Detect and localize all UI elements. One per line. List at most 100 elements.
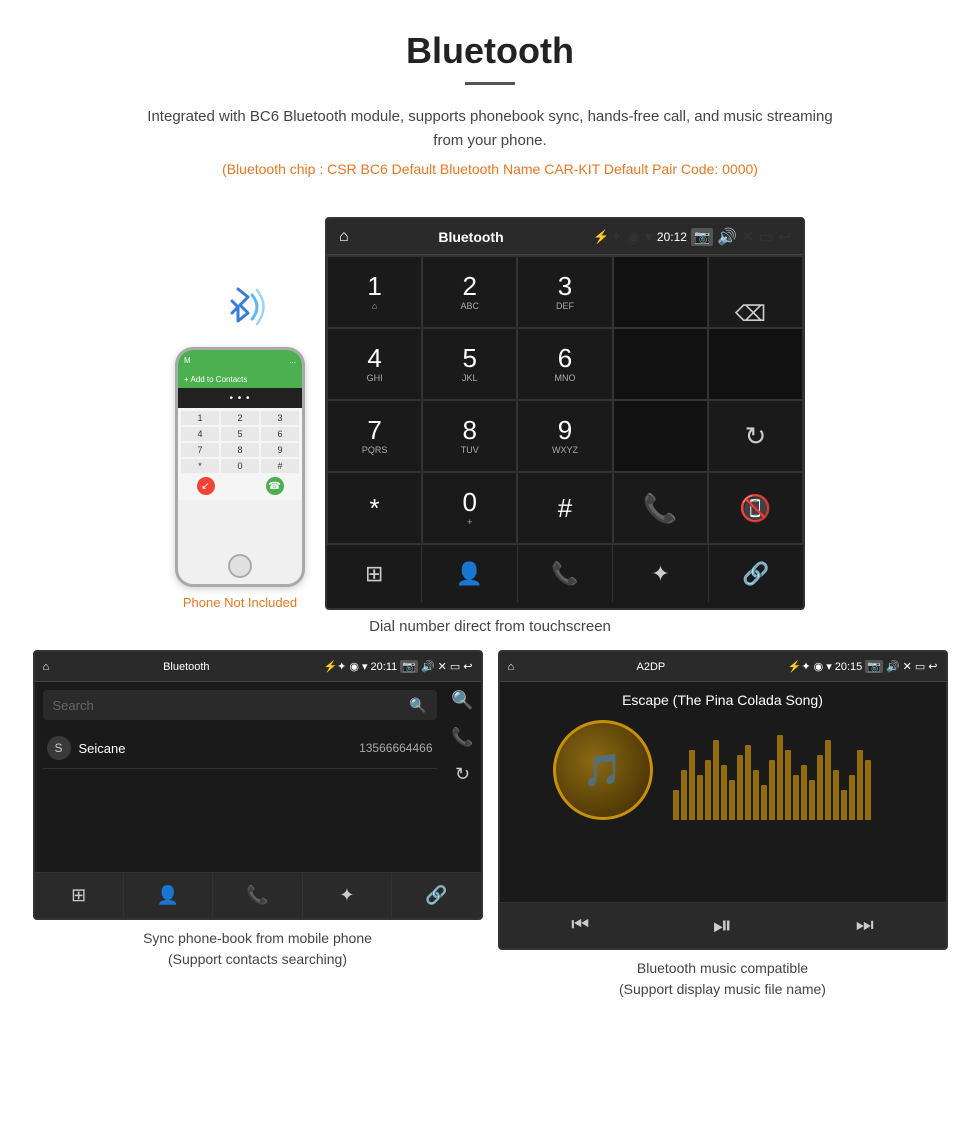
phonebook-screen-header: ⌂ Bluetooth ⚡ ✦ ◉ ▾ 20:11 📷 🔊 ✕ ▭ ↩	[35, 652, 481, 682]
phonebook-search-bar[interactable]: Search 🔍	[43, 690, 437, 720]
pb-back-icon[interactable]: ↩	[463, 660, 472, 673]
location-icon: ◉	[627, 227, 641, 247]
status-icons: ✦ ◉ ▾ 20:12 📷 🔊 ✕ ▭ ↩	[610, 227, 791, 247]
dialpad-grid: 1 ⌂ 2 ABC 3 DEF ⌫ 4 GHI 5 JKL	[327, 255, 803, 544]
dial-key-5[interactable]: 5 JKL	[422, 328, 517, 400]
phonebook-caption-line1: Sync phone-book from mobile phone	[43, 928, 473, 949]
screen-icon: ▭	[758, 227, 773, 247]
contact-number: 13566664466	[359, 741, 432, 755]
dial-key-star[interactable]: *	[327, 472, 422, 544]
pb-tab-bluetooth[interactable]: ✦	[303, 873, 392, 918]
dial-key-6[interactable]: 6 MNO	[517, 328, 612, 400]
equalizer-visualization	[673, 720, 893, 820]
music-cam-icon: 📷	[865, 660, 883, 673]
phone-not-included-label: Phone Not Included	[183, 595, 297, 610]
pb-bt-icon: ✦	[337, 660, 346, 673]
pb-sidebar-search-icon[interactable]: 🔍	[451, 690, 473, 711]
music-body: Escape (The Pina Colada Song) 🎵	[500, 682, 946, 902]
phonebook-caption: Sync phone-book from mobile phone (Suppo…	[33, 928, 483, 970]
bluetooth-waves-icon	[210, 277, 270, 337]
pb-sidebar-phone-icon[interactable]: 📞	[451, 727, 473, 748]
dial-key-hash[interactable]: #	[517, 472, 612, 544]
camera-icon: 📷	[691, 228, 713, 246]
dial-key-3[interactable]: 3 DEF	[517, 256, 612, 328]
dial-backspace-button[interactable]: ⌫	[708, 256, 803, 328]
pb-home-icon[interactable]: ⌂	[43, 661, 50, 673]
tab-dialpad-link[interactable]: 🔗	[709, 545, 803, 602]
music-note-icon: 🎵	[583, 751, 623, 789]
music-bottom-bar: ⏮ ⏯ ⏭	[500, 902, 946, 948]
bottom-screenshots: ⌂ Bluetooth ⚡ ✦ ◉ ▾ 20:11 📷 🔊 ✕ ▭ ↩	[0, 650, 980, 1000]
pb-sidebar-sync-icon[interactable]: ↻	[455, 764, 470, 785]
time-display: 20:12	[657, 230, 687, 244]
pb-status: ✦ ◉ ▾ 20:11 📷 🔊 ✕ ▭ ↩	[337, 660, 472, 673]
phonebook-screen-wrap: ⌂ Bluetooth ⚡ ✦ ◉ ▾ 20:11 📷 🔊 ✕ ▭ ↩	[33, 650, 483, 1000]
signal-icon: ▾	[645, 227, 653, 247]
music-usb-icon: ⚡	[788, 660, 802, 673]
page-header: Bluetooth Integrated with BC6 Bluetooth …	[0, 0, 980, 207]
contact-row[interactable]: S Seicane 13566664466	[43, 728, 437, 769]
tab-dialpad-bluetooth[interactable]: ✦	[613, 545, 708, 602]
dial-empty-3	[613, 400, 708, 472]
contact-avatar: S	[47, 736, 71, 760]
dial-key-7[interactable]: 7 PQRS	[327, 400, 422, 472]
music-home-icon[interactable]: ⌂	[508, 661, 515, 673]
dial-empty-1	[613, 328, 708, 400]
phonebook-bottom-bar: ⊞ 👤 📞 ✦ 🔗	[35, 872, 481, 918]
pb-x-icon: ✕	[438, 660, 447, 673]
music-back-icon[interactable]: ↩	[928, 660, 937, 673]
dialpad-screen-header: ⌂ Bluetooth ⚡ ✦ ◉ ▾ 20:12 📷 🔊 ✕ ▭ ↩	[327, 219, 803, 255]
pb-tab-grid[interactable]: ⊞	[35, 873, 124, 918]
music-car-screen: ⌂ A2DP ⚡ ✦ ◉ ▾ 20:15 📷 🔊 ✕ ▭ ↩ Escape (T…	[498, 650, 948, 950]
pb-tab-phone[interactable]: 📞	[213, 873, 302, 918]
dial-endcall-button[interactable]: 📵	[708, 472, 803, 544]
pb-tab-link[interactable]: 🔗	[392, 873, 480, 918]
music-title: A2DP	[514, 661, 788, 673]
dial-sync-button[interactable]: ↻	[708, 400, 803, 472]
music-rect-icon: ▭	[915, 660, 925, 673]
phonebook-caption-line2: (Support contacts searching)	[43, 949, 473, 970]
music-status: ✦ ◉ ▾ 20:15 📷 🔊 ✕ ▭ ↩	[801, 660, 937, 673]
music-caption-line1: Bluetooth music compatible	[508, 958, 938, 979]
music-caption-line2: (Support display music file name)	[508, 979, 938, 1000]
dial-call-button[interactable]: 📞	[613, 472, 708, 544]
music-rewind-button[interactable]: ⏮	[571, 914, 589, 937]
pb-sig-icon: ▾	[362, 660, 368, 673]
description-text: Integrated with BC6 Bluetooth module, su…	[140, 105, 840, 153]
tab-dialpad-contacts[interactable]: 👤	[422, 545, 517, 602]
dial-key-4[interactable]: 4 GHI	[327, 328, 422, 400]
album-art: 🎵	[553, 720, 653, 820]
dialpad-screen-title: Bluetooth	[349, 229, 594, 245]
tab-dialpad-grid[interactable]: ⊞	[327, 545, 422, 602]
tab-dialpad-phone[interactable]: 📞	[518, 545, 613, 602]
back-icon[interactable]: ↩	[778, 227, 791, 247]
dial-empty-2	[708, 328, 803, 400]
bluetooth-status-icon: ✦	[610, 227, 623, 247]
music-x-icon: ✕	[903, 660, 912, 673]
close-icon: ✕	[741, 227, 754, 247]
music-time: 20:15	[835, 661, 863, 673]
dial-key-2[interactable]: 2 ABC	[422, 256, 517, 328]
spec-text: (Bluetooth chip : CSR BC6 Default Blueto…	[20, 161, 960, 177]
dial-key-9[interactable]: 9 WXYZ	[517, 400, 612, 472]
music-forward-button[interactable]: ⏭	[856, 914, 874, 937]
phone-mockup: M ... + Add to Contacts • • • 123 456 78…	[175, 277, 305, 610]
phonebook-body: Search 🔍 S Seicane 13566664466 🔍 📞 ↻	[35, 682, 481, 872]
dial-key-1[interactable]: 1 ⌂	[327, 256, 422, 328]
usb-icon: ⚡	[593, 229, 609, 245]
phonebook-sidebar: 🔍 📞 ↻	[445, 682, 481, 872]
home-icon[interactable]: ⌂	[339, 228, 349, 246]
title-underline	[465, 82, 515, 85]
music-bt-icon: ✦	[801, 660, 810, 673]
dialpad-car-screen: ⌂ Bluetooth ⚡ ✦ ◉ ▾ 20:12 📷 🔊 ✕ ▭ ↩ 1 ⌂	[325, 217, 805, 610]
pb-title: Bluetooth	[49, 661, 323, 673]
phonebook-main: Search 🔍 S Seicane 13566664466	[35, 682, 445, 872]
dial-key-0[interactable]: 0 +	[422, 472, 517, 544]
search-placeholder-text: Search	[53, 698, 410, 713]
dial-key-8[interactable]: 8 TUV	[422, 400, 517, 472]
pb-time: 20:11	[371, 661, 398, 673]
dialpad-bottom-bar: ⊞ 👤 📞 ✦ 🔗	[327, 544, 803, 602]
pb-tab-contacts[interactable]: 👤	[124, 873, 213, 918]
dial-caption: Dial number direct from touchscreen	[0, 618, 980, 635]
music-play-pause-button[interactable]: ⏯	[713, 912, 732, 940]
